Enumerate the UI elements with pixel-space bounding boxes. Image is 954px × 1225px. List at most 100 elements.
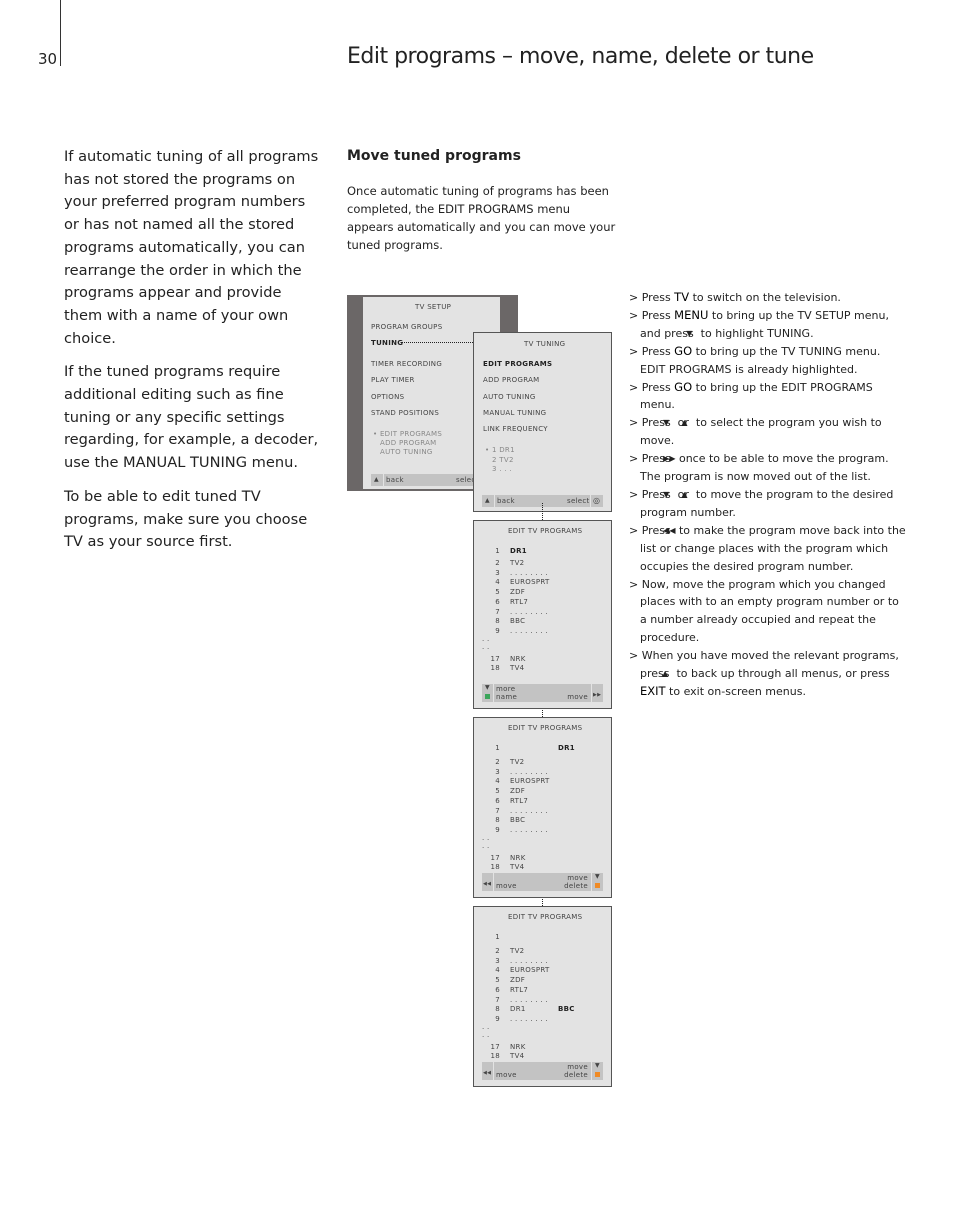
program-row[interactable]: 4 EUROSPRT: [484, 777, 550, 785]
step-text: Press: [641, 291, 675, 304]
program-number: 6: [495, 797, 500, 805]
orange-button-icon: [595, 1072, 600, 1077]
instruction-step: > Press ▼ or ▲ to select the program you…: [629, 416, 882, 448]
program-name: . . . . . . . .: [510, 826, 548, 834]
instruction-step: > When you have moved the relevant progr…: [629, 649, 899, 698]
program-row[interactable]: 1 DR1: [484, 547, 527, 555]
paragraph: If automatic tuning of all programs has …: [64, 148, 319, 347]
step-text: once to be able to move the program. The…: [640, 452, 889, 484]
program-number: · ·: [482, 844, 490, 852]
program-row[interactable]: · ·: [482, 645, 508, 653]
program-row[interactable]: 18 TV4: [484, 664, 524, 672]
program-row[interactable]: 1: [484, 933, 510, 941]
instruction-step: > Press TV to switch on the television.: [629, 290, 841, 304]
key-name: TV: [674, 290, 690, 304]
program-number: 9: [495, 1015, 500, 1023]
program-row[interactable]: 3 . . . . . . . .: [484, 957, 548, 965]
program-row[interactable]: 3 . . . . . . . .: [484, 569, 548, 577]
program-name: RTL7: [510, 598, 529, 606]
menu-item[interactable]: LINK FREQUENCY: [483, 425, 548, 433]
step-text: Press: [641, 344, 675, 358]
moving-program: DR1: [558, 744, 575, 752]
program-row[interactable]: 4 EUROSPRT: [484, 966, 550, 974]
program-row[interactable]: 6 RTL7: [484, 598, 528, 606]
program-row[interactable]: · ·: [482, 844, 508, 852]
menu-item[interactable]: PLAY TIMER: [371, 376, 415, 384]
step-text: to make the program move back into the l…: [640, 523, 906, 573]
program-row[interactable]: 5 ZDF: [484, 588, 525, 596]
program-row[interactable]: 7 . . . . . . . .: [484, 608, 548, 616]
program-row[interactable]: 5 ZDF: [484, 976, 525, 984]
key-name: GO: [674, 343, 693, 358]
menu-item[interactable]: PROGRAM GROUPS: [371, 323, 442, 331]
program-row[interactable]: · ·: [482, 836, 508, 844]
program-row[interactable]: 7 . . . . . . . .: [484, 996, 548, 1004]
program-row[interactable]: · ·: [482, 637, 508, 645]
section-heading: Move tuned programs: [347, 148, 521, 164]
instruction-step: > Now, move the program which you change…: [629, 577, 899, 645]
program-row[interactable]: 4 EUROSPRT: [484, 578, 550, 586]
key-name: MENU: [674, 307, 709, 322]
program-number: 8: [495, 617, 500, 625]
program-number: 17: [490, 1043, 500, 1051]
program-row[interactable]: 2 TV2: [484, 758, 524, 766]
preview-item: 3 . . .: [492, 465, 512, 473]
menu-item[interactable]: ADD PROGRAM: [483, 376, 540, 384]
up-arrow-icon: ▲: [485, 497, 490, 504]
menu-title: TV SETUP: [415, 303, 452, 311]
program-row[interactable]: 8 DR1 BBC: [484, 1005, 574, 1013]
program-row[interactable]: 17 NRK: [484, 1043, 526, 1051]
menu-item[interactable]: AUTO TUNING: [483, 393, 536, 401]
menu-item[interactable]: OPTIONS: [371, 393, 404, 401]
program-name: RTL7: [510, 986, 529, 994]
program-row[interactable]: 2 TV2: [484, 947, 524, 955]
instruction-step: > Press ▶▶ once to be able to move the p…: [629, 452, 889, 484]
more-label: more: [496, 685, 516, 693]
menu-item-selected[interactable]: TUNING: [371, 339, 403, 347]
program-row[interactable]: 9 . . . . . . . .: [484, 627, 548, 635]
program-row[interactable]: 18 TV4: [484, 1052, 524, 1060]
move-label: move: [496, 882, 517, 890]
rewind-button[interactable]: ◀◀: [482, 1062, 493, 1080]
program-name: BBC: [510, 816, 526, 824]
color-buttons[interactable]: ▼: [592, 873, 603, 891]
rewind-button[interactable]: ◀◀: [482, 873, 493, 891]
go-button[interactable]: ◎: [591, 495, 603, 507]
program-name: BBC: [510, 617, 526, 625]
program-number: · ·: [482, 637, 490, 645]
menu-item[interactable]: TIMER RECORDING: [371, 360, 442, 368]
program-row[interactable]: · ·: [482, 1033, 508, 1041]
program-row[interactable]: 9 . . . . . . . .: [484, 1015, 548, 1023]
program-row[interactable]: 17 NRK: [484, 655, 526, 663]
program-row[interactable]: 6 RTL7: [484, 797, 528, 805]
fast-forward-icon: ▶▶: [593, 692, 602, 698]
menu-item-selected[interactable]: EDIT PROGRAMS: [483, 360, 552, 368]
program-number: 5: [495, 976, 500, 984]
program-row[interactable]: · ·: [482, 1025, 508, 1033]
program-row[interactable]: 7 . . . . . . . .: [484, 807, 548, 815]
up-button[interactable]: ▲: [371, 474, 383, 486]
menu-item[interactable]: MANUAL TUNING: [483, 409, 546, 417]
step-text: Press: [641, 308, 675, 322]
program-row[interactable]: 17 NRK: [484, 854, 526, 862]
color-buttons[interactable]: ▼: [592, 1062, 603, 1080]
forward-button[interactable]: ▶▶: [592, 684, 603, 702]
up-button[interactable]: ▲: [482, 495, 494, 507]
color-buttons[interactable]: ▼: [482, 684, 493, 702]
program-row[interactable]: 1 DR1: [484, 744, 574, 752]
paragraph: If the tuned programs require additional…: [64, 363, 319, 472]
program-name: . . . . . . . .: [510, 608, 548, 616]
go-icon: ◎: [593, 496, 601, 505]
down-arrow-icon: ▼: [595, 873, 600, 880]
program-row[interactable]: 9 . . . . . . . .: [484, 826, 548, 834]
program-name: . . . . . . . .: [510, 627, 548, 635]
program-name: NRK: [510, 854, 526, 862]
menu-item[interactable]: STAND POSITIONS: [371, 409, 439, 417]
program-row[interactable]: 6 RTL7: [484, 986, 528, 994]
program-row[interactable]: 18 TV4: [484, 863, 524, 871]
program-row[interactable]: 5 ZDF: [484, 787, 525, 795]
program-row[interactable]: 3 . . . . . . . .: [484, 768, 548, 776]
program-row[interactable]: 8 BBC: [484, 617, 525, 625]
program-row[interactable]: 2 TV2: [484, 559, 524, 567]
program-row[interactable]: 8 BBC: [484, 816, 525, 824]
